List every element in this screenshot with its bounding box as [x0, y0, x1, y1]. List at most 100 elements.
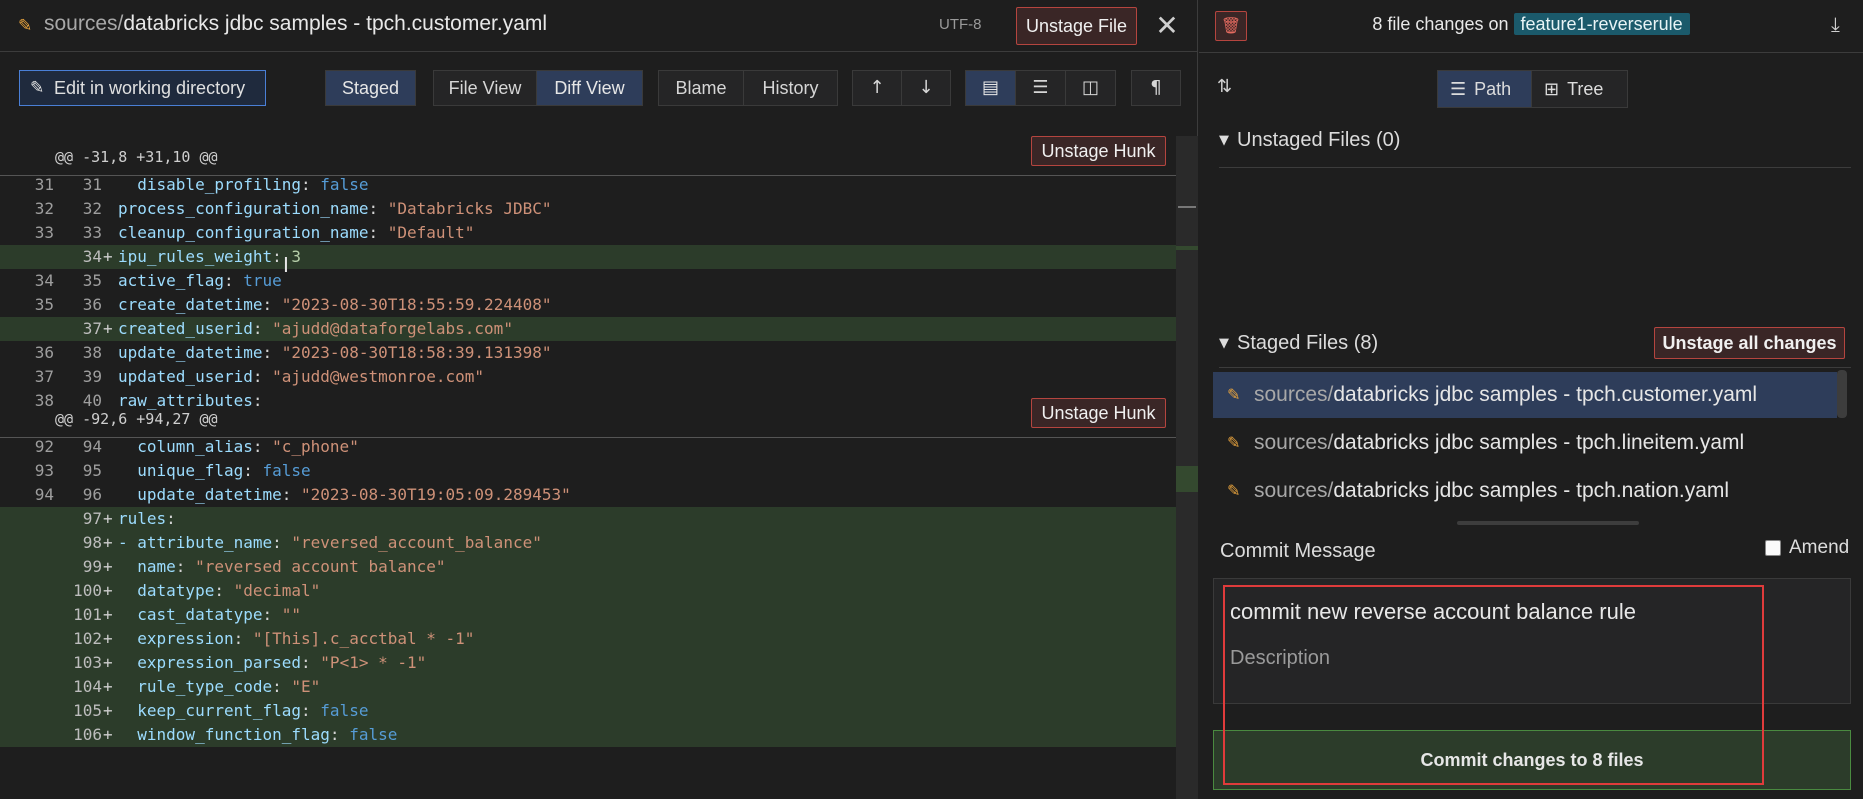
file-dir: sources/ [1254, 479, 1334, 502]
diff-line-added[interactable]: 103 + expression_parsed: "P<1> * -1" [0, 651, 1198, 675]
commit-summary-input[interactable]: commit new reverse account balance rule [1230, 599, 1636, 625]
hunk-range: @@ -31,8 +31,10 @@ [55, 148, 218, 166]
diff-line-added[interactable]: 100 + datatype: "decimal" [0, 579, 1198, 603]
diff-line-added[interactable]: 99 + name: "reversed account balance" [0, 555, 1198, 579]
new-line-number: 33 [82, 223, 102, 242]
diff-scrollbar[interactable] [1176, 136, 1198, 799]
staged-file-item[interactable]: ✎ sources/databricks jdbc samples - tpch.… [1213, 468, 1837, 514]
yaml-colon: : [301, 701, 321, 720]
diff-line[interactable]: 37 39 updated_userid: "ajudd@westmonroe.co… [0, 365, 1198, 389]
staged-toggle[interactable]: Staged [325, 70, 416, 106]
diff-line-added[interactable]: 37 + created_userid: "ajudd@dataforgelabs.… [0, 317, 1198, 341]
commit-message-box[interactable]: commit new reverse account balance rule … [1213, 578, 1851, 704]
new-line-number: 100 [73, 581, 102, 600]
yaml-colon: : [301, 653, 321, 672]
previous-change-icon[interactable]: ↑ [852, 70, 902, 106]
diff-line-added[interactable]: 104 + rule_type_code: "E" [0, 675, 1198, 699]
yaml-key: expression [118, 629, 234, 648]
diff-marker: + [103, 701, 113, 720]
yaml-value: "ajudd@dataforgelabs.com" [272, 319, 513, 338]
yaml-colon: : [223, 271, 244, 290]
diff-line-added[interactable]: 34 + ipu_rules_weight: 3 [0, 245, 1198, 269]
scrollbar-change-marker [1176, 246, 1198, 250]
new-line-number: 103 [73, 653, 102, 672]
yaml-colon: : [175, 557, 196, 576]
tree-view-toggle[interactable]: ⊞ Tree [1531, 70, 1628, 108]
yaml-value: "P<1> * -1" [320, 653, 427, 672]
yaml-key: rule_type_code [118, 677, 273, 696]
commit-description-input[interactable]: Description [1230, 647, 1330, 670]
diff-line[interactable]: 31 31 disable_profiling: false [0, 173, 1198, 197]
diff-marker: + [103, 533, 113, 552]
yaml-key: window_function_flag [118, 725, 330, 744]
diff-file-title: sources/databricks jdbc samples - tpch.c… [44, 12, 547, 36]
diff-line-added[interactable]: 106 + window_function_flag: false [0, 723, 1198, 747]
list-view-icon[interactable]: ☰ [1015, 70, 1066, 106]
horizontal-scrollbar-thumb[interactable] [1457, 521, 1639, 525]
diff-title-bar: ✎ sources/databricks jdbc samples - tpch… [0, 0, 1198, 52]
diff-marker: + [103, 629, 113, 648]
unified-view-icon[interactable]: ▤ [965, 70, 1016, 106]
commit-button[interactable]: Commit changes to 8 files [1213, 730, 1851, 790]
staged-file-item[interactable]: ✎ sources/databricks jdbc samples - tpch.… [1213, 372, 1837, 418]
whitespace-toggle-icon[interactable]: ¶ [1131, 70, 1181, 106]
diff-line[interactable]: 32 32 process_configuration_name: "Databri… [0, 197, 1198, 221]
unstage-hunk-button[interactable]: Unstage Hunk [1031, 136, 1166, 166]
download-icon[interactable]: ⤓ [1831, 12, 1851, 38]
blame-tab[interactable]: Blame [658, 70, 744, 106]
staged-file-name: sources/databricks jdbc samples - tpch.l… [1254, 420, 1744, 466]
yaml-value: "reversed_account_balance" [291, 533, 542, 552]
diff-line-added[interactable]: 97 + rules: [0, 507, 1198, 531]
diff-line-added[interactable]: 98 + - attribute_name: "reversed_account_b… [0, 531, 1198, 555]
diff-line-added[interactable]: 102 + expression: "[This].c_acctbal * -1" [0, 627, 1198, 651]
caret-down-icon: ▼ [1219, 336, 1229, 351]
yaml-value: "2023-08-30T18:58:39.131398" [281, 343, 552, 362]
files-scrollbar-thumb[interactable] [1837, 370, 1847, 418]
unstage-all-button[interactable]: Unstage all changes [1654, 327, 1845, 359]
code-text: rules: [118, 507, 185, 531]
new-line-number: 32 [82, 199, 102, 218]
diff-pane: ✎ sources/databricks jdbc samples - tpch… [0, 0, 1198, 799]
diff-line[interactable]: 93 95 unique_flag: false [0, 459, 1198, 483]
yaml-value: "c_phone" [272, 437, 359, 456]
amend-checkbox[interactable] [1765, 540, 1781, 556]
yaml-value: "" [281, 605, 302, 624]
path-view-toggle[interactable]: ☰ Path [1437, 70, 1532, 108]
diff-marker: + [103, 247, 113, 266]
next-change-icon[interactable]: ↓ [901, 70, 951, 106]
unstaged-files-header[interactable]: ▼ Unstaged Files (0) [1219, 129, 1400, 152]
old-line-number: 37 [34, 367, 54, 386]
yaml-value: "reversed account balance" [195, 557, 446, 576]
diff-line[interactable]: 34 35 active_flag: true [0, 269, 1198, 293]
new-line-number: 35 [82, 271, 102, 290]
diff-line-added[interactable]: 101 + cast_datatype: "" [0, 603, 1198, 627]
unstage-hunk-button[interactable]: Unstage Hunk [1031, 398, 1166, 428]
yaml-key: create_datetime [118, 295, 263, 314]
diff-code-area[interactable]: @@ -31,8 +31,10 @@ Unstage Hunk 31 31 disab… [0, 136, 1198, 799]
sort-icon[interactable]: ⇅ [1217, 76, 1232, 97]
staged-file-item[interactable]: ✎ sources/databricks jdbc samples - tpch.… [1213, 420, 1837, 466]
close-icon[interactable]: ✕ [1152, 9, 1182, 43]
scrollbar-position-marker [1178, 206, 1196, 208]
old-line-number: 31 [34, 175, 54, 194]
diff-line[interactable]: 94 96 update_datetime: "2023-08-30T19:05:… [0, 483, 1198, 507]
diff-line[interactable]: 36 38 update_datetime: "2023-08-30T18:58:3… [0, 341, 1198, 365]
file-view-tab[interactable]: File View [433, 70, 537, 106]
diff-line-added[interactable]: 105 + keep_current_flag: false [0, 699, 1198, 723]
edit-in-working-directory-button[interactable]: ✎ Edit in working directory [19, 70, 266, 106]
new-line-number: 37 [82, 319, 102, 338]
yaml-value: "[This].c_acctbal * -1" [252, 629, 475, 648]
diff-line[interactable]: 92 94 column_alias: "c_phone" [0, 435, 1198, 459]
unstage-file-button[interactable]: Unstage File [1016, 7, 1137, 45]
split-view-icon[interactable]: ◫ [1065, 70, 1116, 106]
diff-view-tab[interactable]: Diff View [536, 70, 643, 106]
branch-badge[interactable]: feature1-reverserule [1513, 13, 1690, 35]
diff-line[interactable]: 33 33 cleanup_configuration_name: "Default… [0, 221, 1198, 245]
history-tab[interactable]: History [743, 70, 838, 106]
yaml-key: expression_parsed [118, 653, 302, 672]
code-text: unique_flag: false [118, 459, 310, 483]
yaml-value: 3 [291, 247, 302, 266]
staged-files-header[interactable]: ▼ Staged Files (8) [1219, 332, 1378, 355]
diff-line[interactable]: 35 36 create_datetime: "2023-08-30T18:55:5… [0, 293, 1198, 317]
code-text: expression: "[This].c_acctbal * -1" [118, 627, 474, 651]
